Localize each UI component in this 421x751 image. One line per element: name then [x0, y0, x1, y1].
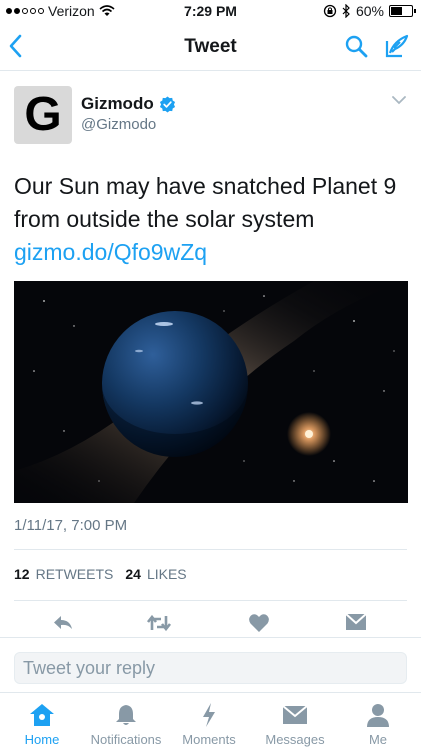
tab-messages[interactable]: Messages	[259, 693, 331, 751]
reply-icon[interactable]	[52, 613, 74, 633]
divider	[14, 549, 407, 550]
planet-space-image	[14, 281, 408, 503]
status-right: 60%	[323, 3, 416, 19]
author-name-row: Gizmodo	[81, 94, 176, 114]
tab-messages-label: Messages	[265, 732, 325, 747]
chevron-down-icon[interactable]	[392, 96, 406, 105]
author-handle[interactable]: @Gizmodo	[81, 116, 156, 133]
battery-fill	[391, 7, 402, 15]
author-display-name[interactable]: Gizmodo	[81, 94, 154, 114]
divider	[14, 600, 407, 601]
like-count[interactable]: 24	[125, 566, 141, 582]
tab-notifications[interactable]: Notifications	[86, 693, 166, 751]
tweet-timestamp: 1/11/17, 7:00 PM	[14, 517, 128, 534]
status-bar: Verizon 7:29 PM 60%	[0, 0, 421, 22]
tweet-header: G Gizmodo @Gizmodo	[14, 86, 408, 146]
bluetooth-icon	[342, 4, 350, 18]
battery-icon	[389, 5, 416, 17]
tweet-text: Our Sun may have snatched Planet 9 from …	[14, 170, 414, 269]
direct-message-envelope-icon[interactable]	[345, 613, 367, 631]
battery-percent: 60%	[355, 3, 384, 19]
lightning-icon	[203, 703, 215, 727]
tab-home-label: Home	[24, 732, 60, 747]
home-icon	[30, 704, 54, 726]
verified-badge-icon	[159, 95, 175, 113]
tab-moments-label: Moments	[182, 732, 236, 747]
tweet-body: Our Sun may have snatched Planet 9 from …	[14, 173, 397, 232]
tweet-media-image[interactable]	[14, 281, 408, 503]
person-icon	[367, 704, 389, 727]
likes-label[interactable]: LIKES	[147, 566, 187, 582]
avatar[interactable]: G	[14, 86, 72, 144]
navigation-bar: Tweet	[0, 24, 421, 71]
compose-tweet-icon[interactable]	[384, 33, 410, 59]
search-icon[interactable]	[344, 34, 368, 58]
bell-icon	[116, 705, 136, 725]
retweet-icon[interactable]	[146, 613, 172, 633]
tweet-link[interactable]: gizmo.do/Qfo9wZq	[14, 239, 207, 265]
envelope-icon	[282, 705, 308, 724]
retweet-count[interactable]: 12	[14, 566, 30, 582]
engagement-stats: 12 RETWEETS 24 LIKES	[14, 566, 187, 582]
tweet-reply-input[interactable]	[14, 652, 407, 684]
tab-bar: Home Notifications Moments Messages Me	[0, 692, 421, 751]
tab-moments[interactable]: Moments	[176, 693, 242, 751]
tab-me-label: Me	[368, 732, 388, 747]
tab-home[interactable]: Home	[18, 693, 66, 751]
tab-me[interactable]: Me	[361, 693, 395, 751]
tab-notifications-label: Notifications	[90, 732, 162, 747]
rotation-lock-icon	[323, 4, 337, 18]
retweets-label[interactable]: RETWEETS	[36, 566, 114, 582]
avatar-logo-letter: G	[24, 88, 62, 141]
like-heart-icon[interactable]	[248, 613, 270, 633]
tweet-actions	[0, 613, 421, 637]
reply-bar	[0, 637, 421, 692]
